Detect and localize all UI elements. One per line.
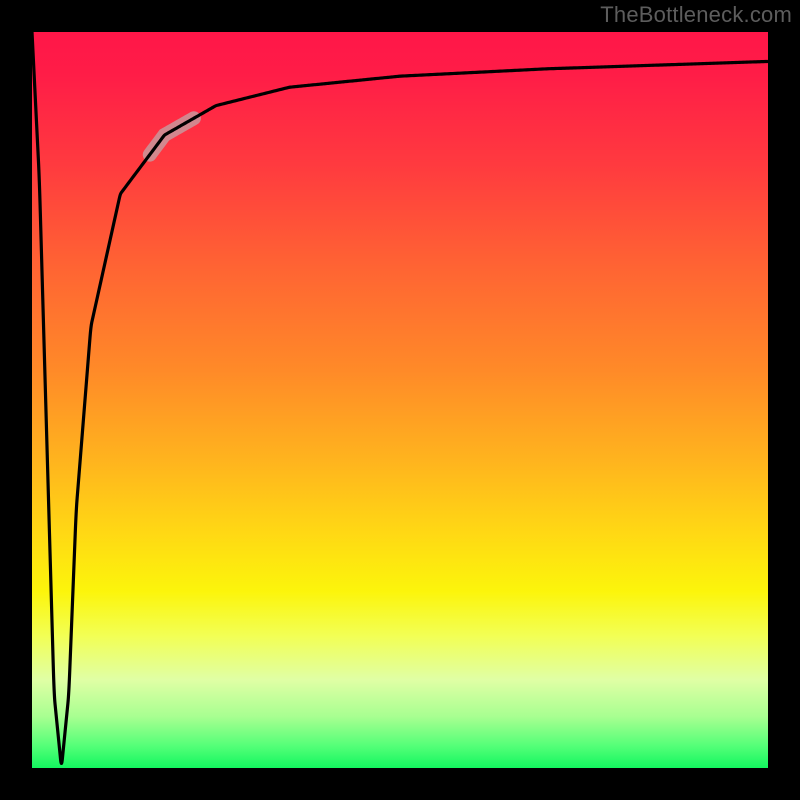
bottleneck-curve xyxy=(32,32,768,763)
chart-frame: TheBottleneck.com xyxy=(0,0,800,800)
curve-layer xyxy=(32,32,768,768)
watermark-label: TheBottleneck.com xyxy=(600,2,792,28)
plot-area xyxy=(32,32,768,768)
